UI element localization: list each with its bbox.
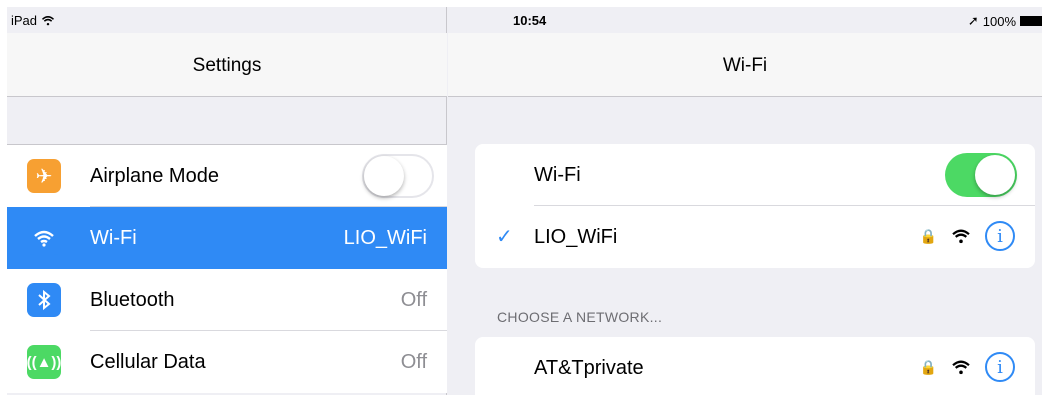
wifi-icon	[27, 221, 61, 255]
sidebar-navbar: Settings	[7, 33, 447, 97]
toggle-knob	[975, 155, 1015, 195]
sidebar-item-label: Cellular Data	[90, 350, 206, 373]
bluetooth-icon	[27, 283, 61, 317]
airplane-icon: ✈	[27, 159, 61, 193]
wifi-glyph	[34, 230, 54, 247]
section-header-choose-network: CHOOSE A NETWORK...	[497, 309, 663, 325]
status-left: iPad	[11, 13, 55, 28]
sidebar-item-label: Wi-Fi	[90, 226, 137, 249]
wifi-toggle-group: Wi-Fi ✓ LIO_WiFi 🔒 i	[475, 144, 1035, 268]
wifi-icon	[42, 16, 55, 26]
wifi-signal-icon	[952, 229, 970, 244]
detail-title: Wi-Fi	[722, 55, 768, 76]
airplane-mode-toggle[interactable]	[362, 154, 434, 198]
sidebar-item-bluetooth[interactable]: Bluetooth Off	[7, 269, 447, 331]
network-name: AT&Tprivate	[534, 357, 644, 379]
settings-list: ✈ Airplane Mode Wi-Fi LIO_WiFi Bluetooth…	[7, 144, 447, 393]
battery-icon	[1020, 16, 1042, 26]
network-status-icons: 🔒 i	[920, 221, 1015, 251]
wifi-detail-pane: Wi-Fi Wi-Fi ✓ LIO_WiFi 🔒 i CHOOSE A NETW…	[448, 7, 1042, 395]
detail-navbar: Wi-Fi	[448, 33, 1042, 97]
ipad-screen: Settings ✈ Airplane Mode Wi-Fi LIO_WiFi …	[7, 7, 1042, 395]
status-bar: iPad 10:54 ➚ 100%	[7, 7, 1042, 33]
location-arrow-icon: ➚	[967, 13, 979, 28]
wifi-label: Wi-Fi	[534, 164, 581, 186]
battery-percentage: 100%	[982, 13, 1016, 29]
bluetooth-glyph	[38, 289, 51, 311]
wifi-toggle[interactable]	[945, 153, 1017, 197]
info-icon[interactable]: i	[985, 221, 1015, 251]
sidebar-title: Settings	[192, 55, 262, 76]
connected-network-name: LIO_WiFi	[534, 226, 618, 248]
lock-icon: 🔒	[919, 227, 937, 244]
device-name: iPad	[11, 13, 38, 28]
available-networks-group: AT&Tprivate 🔒 i	[475, 337, 1035, 395]
settings-sidebar: Settings ✈ Airplane Mode Wi-Fi LIO_WiFi …	[7, 7, 447, 395]
antenna-icon: ((▲))	[27, 345, 61, 379]
sidebar-item-wifi[interactable]: Wi-Fi LIO_WiFi	[7, 207, 447, 269]
bluetooth-value: Off	[400, 288, 427, 311]
toggle-knob	[364, 156, 404, 196]
status-right: ➚ 100%	[968, 13, 1042, 29]
checkmark-icon: ✓	[496, 226, 513, 248]
lock-icon: 🔒	[919, 358, 937, 375]
sidebar-item-cellular-data[interactable]: ((▲)) Cellular Data Off	[7, 331, 447, 393]
clock: 10:54	[513, 13, 547, 28]
connected-network-row[interactable]: ✓ LIO_WiFi 🔒 i	[475, 206, 1035, 268]
network-row[interactable]: AT&Tprivate 🔒 i	[475, 337, 1035, 395]
cellular-data-value: Off	[400, 350, 427, 373]
wifi-network-value: LIO_WiFi	[343, 226, 427, 249]
sidebar-item-label: Airplane Mode	[90, 164, 219, 187]
sidebar-item-airplane-mode[interactable]: ✈ Airplane Mode	[7, 145, 447, 207]
info-icon[interactable]: i	[985, 352, 1015, 382]
wifi-signal-icon	[952, 360, 970, 375]
network-status-icons: 🔒 i	[920, 352, 1015, 382]
sidebar-item-label: Bluetooth	[90, 288, 175, 311]
wifi-toggle-row: Wi-Fi	[475, 144, 1035, 206]
